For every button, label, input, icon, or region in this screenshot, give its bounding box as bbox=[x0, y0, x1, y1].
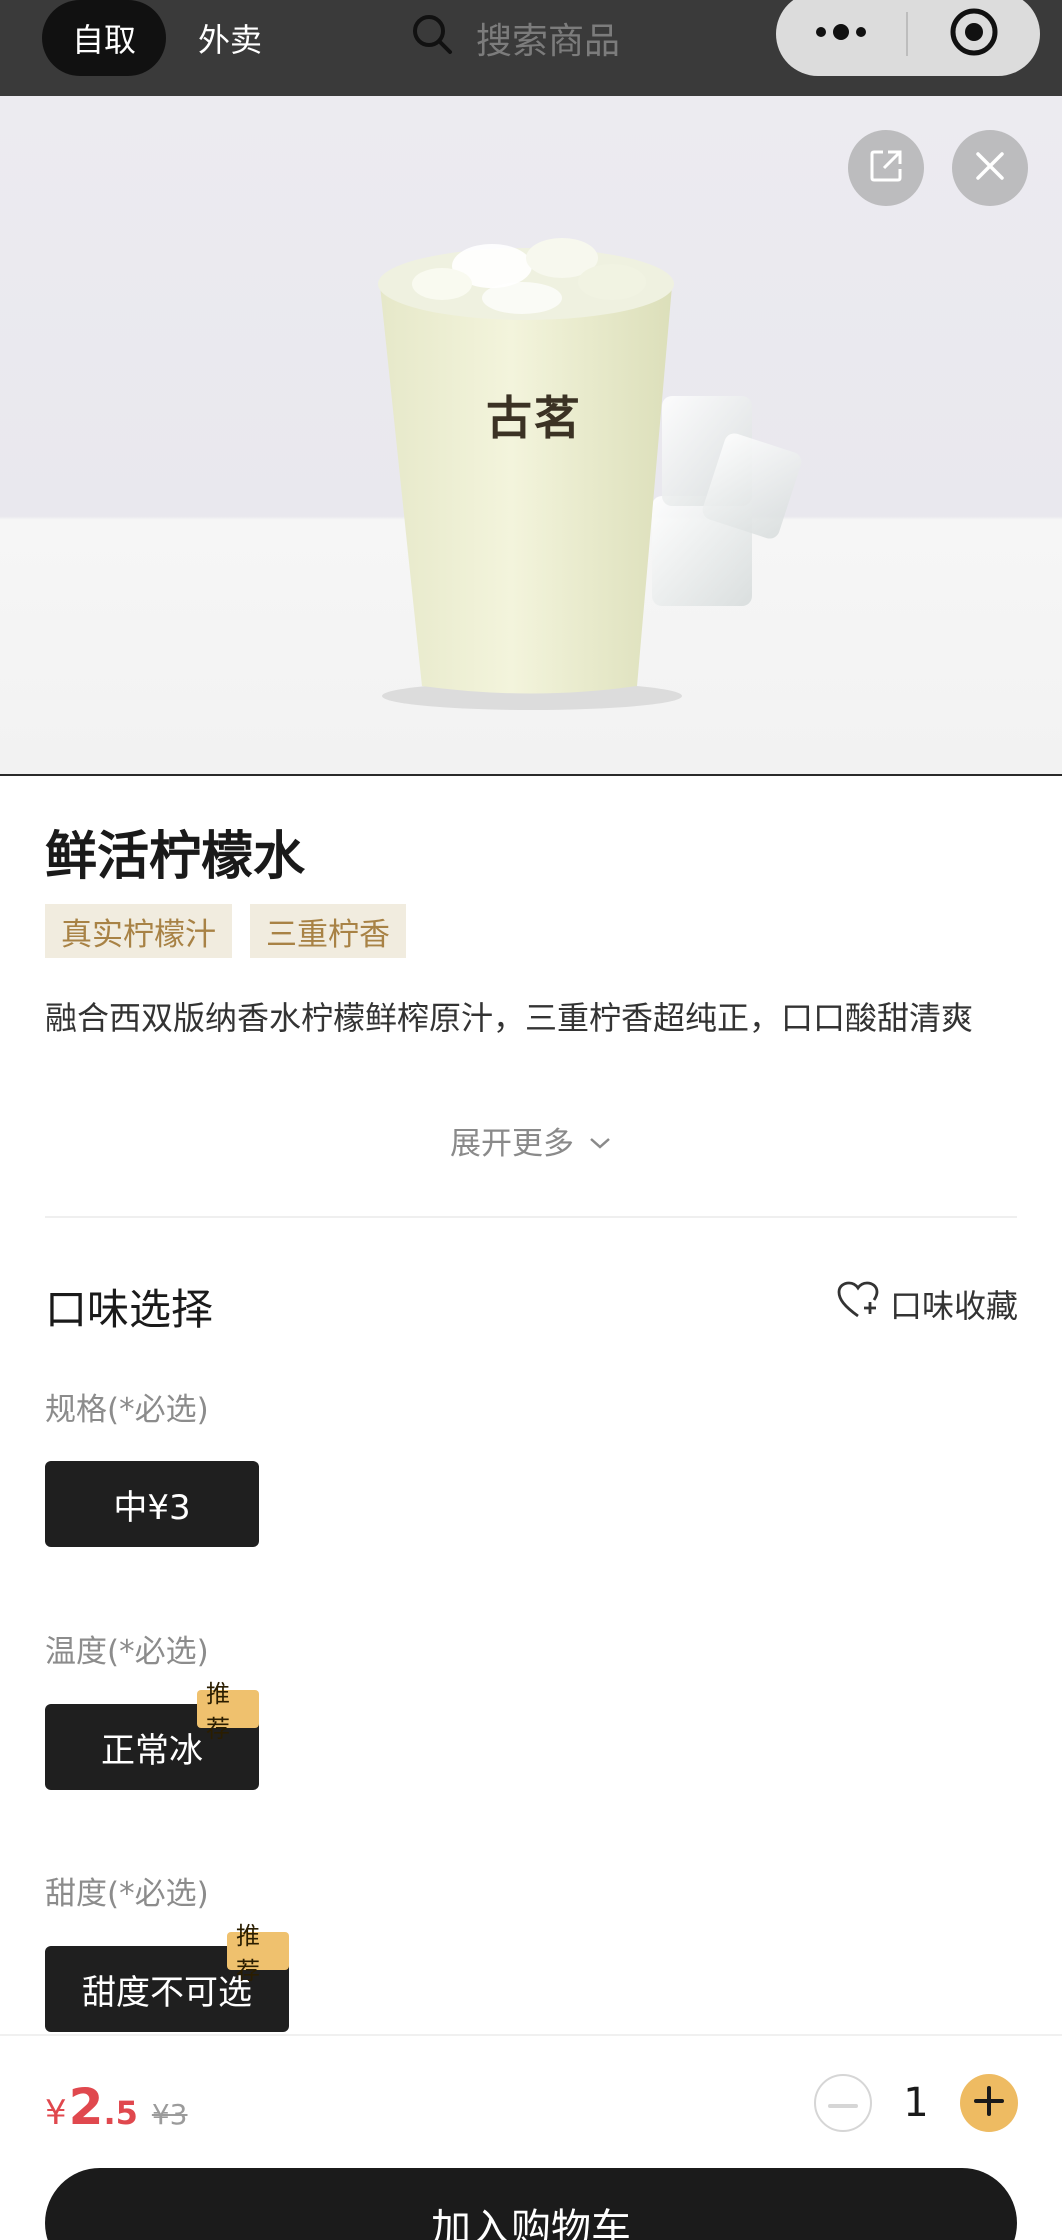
price-integer: 2 bbox=[68, 2078, 104, 2136]
option-label-temperature: 温度(*必选) bbox=[45, 1634, 209, 1670]
expand-more-button[interactable]: 展开更多 bbox=[0, 1118, 1062, 1163]
plus-icon bbox=[974, 2086, 1004, 2120]
original-price: ¥3 bbox=[151, 2098, 188, 2131]
mini-program-capsule bbox=[776, 0, 1040, 76]
more-icon bbox=[813, 22, 869, 46]
option-text: 正常冰 bbox=[101, 1730, 203, 1771]
product-photo bbox=[378, 238, 802, 710]
tab-pickup[interactable]: 自取 bbox=[42, 0, 166, 76]
more-button[interactable] bbox=[776, 0, 906, 76]
flavor-section-title: 口味选择 bbox=[45, 1285, 214, 1334]
flavor-favorite-label: 口味收藏 bbox=[889, 1287, 1018, 1325]
recommend-badge: 推荐 bbox=[197, 1680, 259, 1743]
tab-delivery[interactable]: 外卖 bbox=[198, 15, 262, 61]
product-detail-page: 自取 外卖 搜索商品 古茗 鲜活柠檬水 真实柠檬汁 三重柠香 融合西双版纳香水柠… bbox=[0, 0, 1062, 2240]
share-icon bbox=[866, 146, 906, 190]
cup-brand-text: 古茗 bbox=[486, 391, 582, 445]
product-tags: 真实柠檬汁 三重柠香 bbox=[45, 904, 424, 958]
add-to-cart-button[interactable]: 加入购物车 bbox=[45, 2168, 1017, 2240]
product-description: 融合西双版纳香水柠檬鲜榨原汁，三重柠香超纯正，口口酸甜清爽 bbox=[45, 999, 974, 1037]
product-image: 古茗 bbox=[0, 96, 1062, 776]
search-icon bbox=[410, 12, 476, 65]
bottom-action-bar: ¥ 2 .5 ¥3 1 加入购物车 bbox=[0, 2034, 1062, 2240]
close-icon bbox=[972, 148, 1008, 188]
close-button[interactable] bbox=[952, 130, 1028, 206]
section-divider bbox=[45, 1216, 1017, 1218]
option-sweetness-unavailable[interactable]: 甜度不可选 推荐 bbox=[45, 1922, 289, 2032]
quantity-value: 1 bbox=[903, 2080, 929, 2126]
order-type-switch: 自取 外卖 bbox=[42, 0, 262, 76]
product-tag: 真实柠檬汁 bbox=[45, 904, 232, 958]
minus-icon bbox=[828, 2094, 858, 2113]
recommend-badge: 推荐 bbox=[227, 1922, 289, 1985]
price-currency: ¥ bbox=[45, 2093, 67, 2133]
product-name: 鲜活柠檬水 bbox=[45, 827, 306, 887]
expand-label: 展开更多 bbox=[450, 1126, 574, 1162]
decrease-button[interactable] bbox=[814, 2074, 872, 2132]
chevron-down-icon bbox=[574, 1123, 612, 1159]
exit-button[interactable] bbox=[908, 0, 1040, 76]
option-text: 甜度不可选 bbox=[82, 1972, 252, 2013]
share-button[interactable] bbox=[848, 130, 924, 206]
option-temperature-normal-ice[interactable]: 正常冰 推荐 bbox=[45, 1680, 259, 1790]
option-text: 中¥3 bbox=[113, 1487, 191, 1528]
flavor-favorite-button[interactable]: 口味收藏 bbox=[836, 1280, 1018, 1328]
product-tag: 三重柠香 bbox=[250, 904, 406, 958]
top-bar: 自取 外卖 搜索商品 bbox=[0, 0, 1062, 96]
search-placeholder: 搜索商品 bbox=[476, 21, 621, 62]
add-to-cart-label: 加入购物车 bbox=[431, 2206, 631, 2240]
price: ¥ 2 .5 ¥3 bbox=[45, 2078, 188, 2136]
quantity-stepper: 1 bbox=[814, 2074, 1018, 2132]
target-icon bbox=[948, 6, 1000, 62]
option-label-sweetness: 甜度(*必选) bbox=[45, 1876, 209, 1912]
heart-plus-icon bbox=[836, 1280, 890, 1328]
price-decimal: .5 bbox=[103, 2094, 138, 2132]
search-bar[interactable]: 搜索商品 bbox=[410, 0, 620, 76]
option-size-medium[interactable]: 中¥3 bbox=[45, 1461, 259, 1547]
option-label-size: 规格(*必选) bbox=[45, 1392, 209, 1428]
increase-button[interactable] bbox=[960, 2074, 1018, 2132]
